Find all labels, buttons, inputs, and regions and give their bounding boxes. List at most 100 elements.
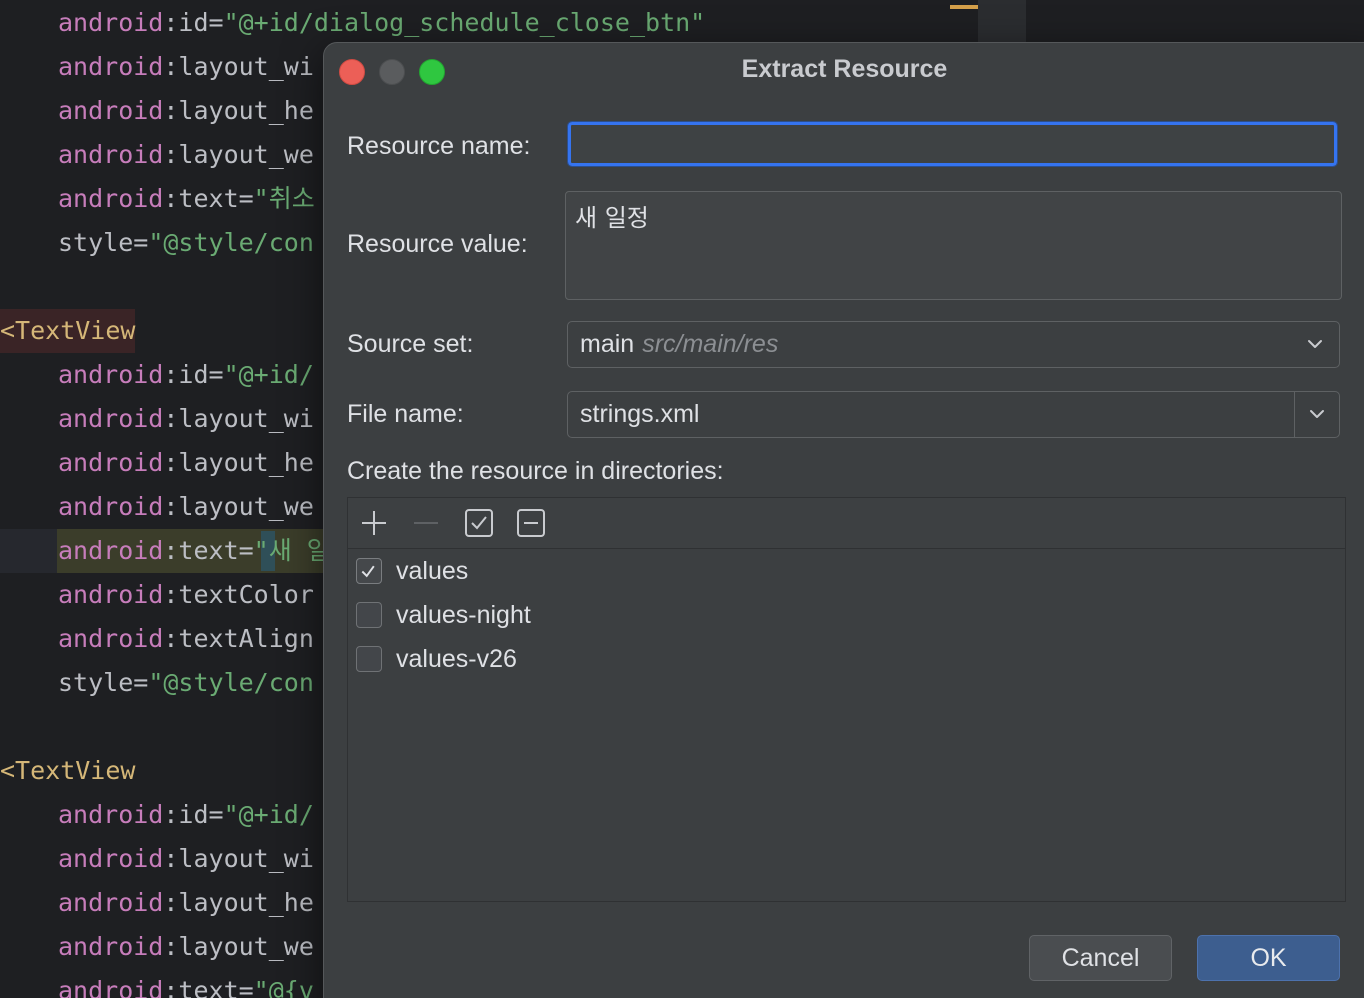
directories-toolbar bbox=[348, 498, 1345, 549]
directory-checkbox-values-v26[interactable] bbox=[356, 646, 382, 672]
code-token: "@+id/dialog_schedule_close_btn" bbox=[223, 8, 706, 37]
code-token: :layout_we bbox=[163, 492, 314, 521]
code-token: android bbox=[58, 580, 164, 609]
code-token: :layout_wi bbox=[163, 52, 314, 81]
code-line: android:text="새 일 bbox=[58, 529, 330, 573]
code-token: android bbox=[58, 360, 164, 389]
code-token: android bbox=[58, 448, 164, 477]
code-token: android bbox=[58, 536, 164, 565]
extract-resource-dialog: Extract Resource Resource name: Resource… bbox=[323, 42, 1364, 998]
code-token: android bbox=[58, 800, 164, 829]
resource-name-input[interactable] bbox=[567, 121, 1338, 167]
code-line: android:layout_wi bbox=[58, 45, 314, 89]
code-token: :layout_wi bbox=[163, 404, 314, 433]
chevron-down-icon bbox=[1308, 340, 1322, 348]
source-set-path-hint: src/main/res bbox=[642, 330, 779, 358]
dialog-title-bar: Extract Resource bbox=[324, 43, 1364, 97]
plus-icon[interactable] bbox=[359, 508, 389, 538]
code-line: android:layout_he bbox=[58, 881, 314, 925]
code-token: style= bbox=[58, 668, 149, 697]
code-token: "취소 bbox=[253, 184, 315, 213]
warning-marker bbox=[950, 5, 978, 9]
code-token: :text= bbox=[163, 184, 254, 213]
code-line: <TextView bbox=[0, 749, 135, 793]
code-token: android bbox=[58, 8, 164, 37]
code-token: android bbox=[58, 932, 164, 961]
directory-checkbox-values-night[interactable] bbox=[356, 602, 382, 628]
file-name-label: File name: bbox=[347, 400, 464, 428]
code-token: :layout_we bbox=[163, 932, 314, 961]
code-token: android bbox=[58, 492, 164, 521]
code-line: android:id="@+id/ bbox=[58, 793, 314, 837]
file-name-value: strings.xml bbox=[580, 400, 700, 428]
code-token: android bbox=[58, 52, 164, 81]
code-line: style="@style/con bbox=[58, 661, 314, 705]
code-line: android:textAlign bbox=[58, 617, 314, 661]
code-line: android:layout_we bbox=[58, 133, 314, 177]
check-all-icon[interactable] bbox=[464, 508, 494, 538]
directory-label: values-night bbox=[396, 601, 531, 629]
code-token: style= bbox=[58, 228, 149, 257]
code-token: android bbox=[58, 976, 164, 998]
code-token: :id= bbox=[163, 8, 224, 37]
code-line: <TextView bbox=[0, 309, 136, 353]
code-token: "@+id/ bbox=[223, 800, 314, 829]
code-line: android:id="@+id/dialog_schedule_close_b… bbox=[58, 1, 705, 45]
directory-label: values-v26 bbox=[396, 645, 517, 673]
minus-icon[interactable] bbox=[411, 508, 441, 538]
code-token: android bbox=[58, 404, 164, 433]
code-token: "@+id/ bbox=[223, 360, 314, 389]
code-line: android:layout_he bbox=[58, 441, 314, 485]
code-token: "@style/con bbox=[148, 668, 314, 697]
code-line: android:text="@{v bbox=[58, 969, 314, 998]
code-line: android:layout_wi bbox=[58, 397, 314, 441]
code-line: android:layout_wi bbox=[58, 837, 314, 881]
code-token: android bbox=[58, 888, 164, 917]
code-token: "@{v bbox=[253, 976, 314, 998]
code-token: :id= bbox=[163, 800, 224, 829]
code-line: android:layout_we bbox=[58, 485, 314, 529]
code-token: :layout_he bbox=[163, 96, 314, 125]
code-line: android:textColor bbox=[58, 573, 314, 617]
code-token: android bbox=[58, 844, 164, 873]
directories-panel: values values-night values-v26 bbox=[347, 497, 1346, 902]
code-token: :layout_wi bbox=[163, 844, 314, 873]
source-set-label: Source set: bbox=[347, 330, 474, 358]
code-line: android:text="취소 bbox=[58, 177, 315, 221]
directories-label: Create the resource in directories: bbox=[347, 457, 724, 485]
code-token: android bbox=[58, 184, 164, 213]
directory-label: values bbox=[396, 557, 469, 585]
ok-button[interactable]: OK bbox=[1197, 935, 1340, 981]
code-token: android bbox=[58, 140, 164, 169]
source-set-dropdown[interactable]: main src/main/res bbox=[567, 321, 1340, 368]
source-set-value: main bbox=[580, 330, 635, 358]
cancel-button[interactable]: Cancel bbox=[1029, 935, 1172, 981]
resource-value-label: Resource value: bbox=[347, 230, 528, 258]
resource-value-textarea[interactable]: 새 일정 bbox=[565, 191, 1342, 300]
code-token: android bbox=[58, 624, 164, 653]
uncheck-all-icon[interactable] bbox=[516, 508, 546, 538]
code-token: <TextView bbox=[0, 756, 136, 785]
code-token: <TextView bbox=[0, 316, 136, 345]
code-line: style="@style/con bbox=[58, 221, 314, 265]
checkmark-icon bbox=[361, 565, 375, 578]
dialog-title: Extract Resource bbox=[741, 55, 948, 83]
code-line: android:layout_he bbox=[58, 89, 314, 133]
code-token: "새 일 bbox=[253, 536, 330, 565]
code-token: :id= bbox=[163, 360, 224, 389]
code-token: :layout_we bbox=[163, 140, 314, 169]
code-token: :text= bbox=[163, 976, 254, 998]
file-name-dropdown-button[interactable] bbox=[1294, 392, 1339, 437]
code-token: :layout_he bbox=[163, 448, 314, 477]
code-token: :textAlign bbox=[163, 624, 314, 653]
screen: android:id="@+id/dialog_schedule_close_b… bbox=[0, 0, 1364, 998]
file-name-combo[interactable]: strings.xml bbox=[567, 391, 1340, 438]
chevron-down-icon bbox=[1310, 410, 1324, 418]
code-token: :text= bbox=[163, 536, 254, 565]
resource-name-label: Resource name: bbox=[347, 132, 531, 160]
editor-gutter-stripe bbox=[978, 0, 1026, 42]
code-token: "@style/con bbox=[148, 228, 314, 257]
code-token: android bbox=[58, 96, 164, 125]
code-token: :layout_he bbox=[163, 888, 314, 917]
directory-checkbox-values[interactable] bbox=[356, 558, 382, 584]
